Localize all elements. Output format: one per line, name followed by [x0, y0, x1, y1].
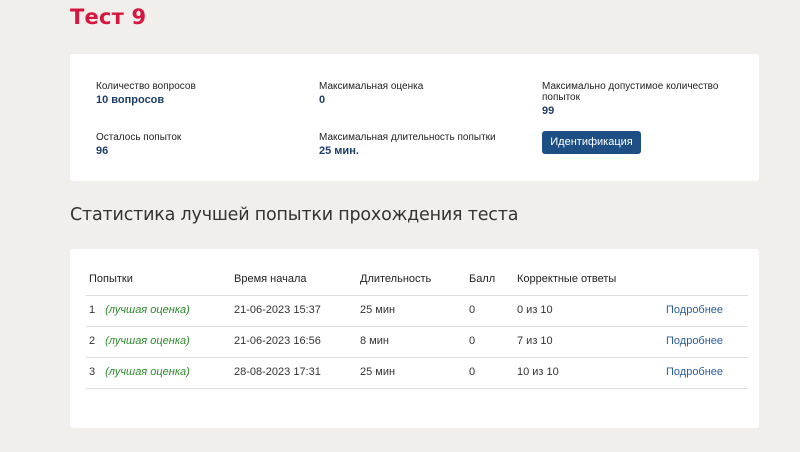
header-attempts: Попытки	[89, 273, 133, 285]
page-title: Тест 9	[70, 5, 147, 29]
details-link[interactable]: Подробнее	[666, 326, 723, 357]
best-score-tag: (лучшая оценка)	[105, 335, 190, 347]
questions-count-block: Количество вопросов 10 вопросов	[96, 81, 296, 106]
attempts-left-block: Осталось попыток 96	[96, 132, 296, 157]
header-start-time: Время начала	[234, 273, 307, 285]
attempt-number: 3	[89, 366, 96, 378]
table-header-row: Попытки Время начала Длительность Балл К…	[86, 264, 748, 296]
attempt-number-cell: 2 (лучшая оценка)	[89, 326, 190, 357]
score-cell: 0	[469, 366, 476, 378]
table-row: 2 (лучшая оценка) 21-06-2023 16:56 8 мин …	[86, 326, 748, 358]
best-score-tag: (лучшая оценка)	[105, 304, 190, 316]
attempt-number-cell: 3 (лучшая оценка)	[89, 357, 190, 388]
attempt-number: 1	[89, 304, 96, 316]
questions-count-value: 10 вопросов	[96, 94, 165, 106]
max-attempts-label: Максимально допустимое количество попыто…	[542, 81, 719, 103]
attempts-left-label: Осталось попыток	[96, 132, 182, 143]
table-row: 1 (лучшая оценка) 21-06-2023 15:37 25 мин…	[86, 295, 748, 327]
questions-count-label: Количество вопросов	[96, 81, 196, 92]
start-time-cell: 28-08-2023 17:31	[234, 366, 321, 378]
max-score-block: Максимальная оценка 0	[319, 81, 519, 106]
correct-answers-cell: 0 из 10	[517, 304, 553, 316]
header-duration: Длительность	[360, 273, 432, 285]
attempts-table: Попытки Время начала Длительность Балл К…	[70, 249, 759, 428]
max-attempts-block: Максимально допустимое количество попыто…	[542, 81, 732, 117]
correct-answers-cell: 7 из 10	[517, 335, 553, 347]
max-attempts-value: 99	[542, 105, 555, 117]
duration-cell: 25 мин	[360, 366, 396, 378]
start-time-cell: 21-06-2023 15:37	[234, 304, 321, 316]
details-link[interactable]: Подробнее	[666, 295, 723, 326]
max-duration-value: 25 мин.	[319, 145, 359, 157]
max-score-label: Максимальная оценка	[319, 81, 424, 92]
score-cell: 0	[469, 335, 476, 347]
stats-section-title: Статистика лучшей попытки прохождения те…	[70, 205, 519, 225]
duration-cell: 25 мин	[360, 304, 396, 316]
score-cell: 0	[469, 304, 476, 316]
max-duration-block: Максимальная длительность попытки 25 мин…	[319, 132, 519, 157]
header-correct-answers: Корректные ответы	[517, 273, 617, 285]
correct-answers-cell: 10 из 10	[517, 366, 559, 378]
header-score: Балл	[469, 273, 496, 285]
table-row: 3 (лучшая оценка) 28-08-2023 17:31 25 мин…	[86, 357, 748, 389]
identification-button[interactable]: Идентификация	[542, 131, 641, 154]
details-link[interactable]: Подробнее	[666, 357, 723, 388]
attempts-left-value: 96	[96, 145, 109, 157]
duration-cell: 8 мин	[360, 335, 389, 347]
attempt-number-cell: 1 (лучшая оценка)	[89, 295, 190, 326]
attempt-number: 2	[89, 335, 96, 347]
max-duration-label: Максимальная длительность попытки	[319, 132, 496, 143]
best-score-tag: (лучшая оценка)	[105, 366, 190, 378]
test-info-card: Количество вопросов 10 вопросов Максимал…	[70, 54, 759, 181]
start-time-cell: 21-06-2023 16:56	[234, 335, 321, 347]
max-score-value: 0	[319, 94, 326, 106]
